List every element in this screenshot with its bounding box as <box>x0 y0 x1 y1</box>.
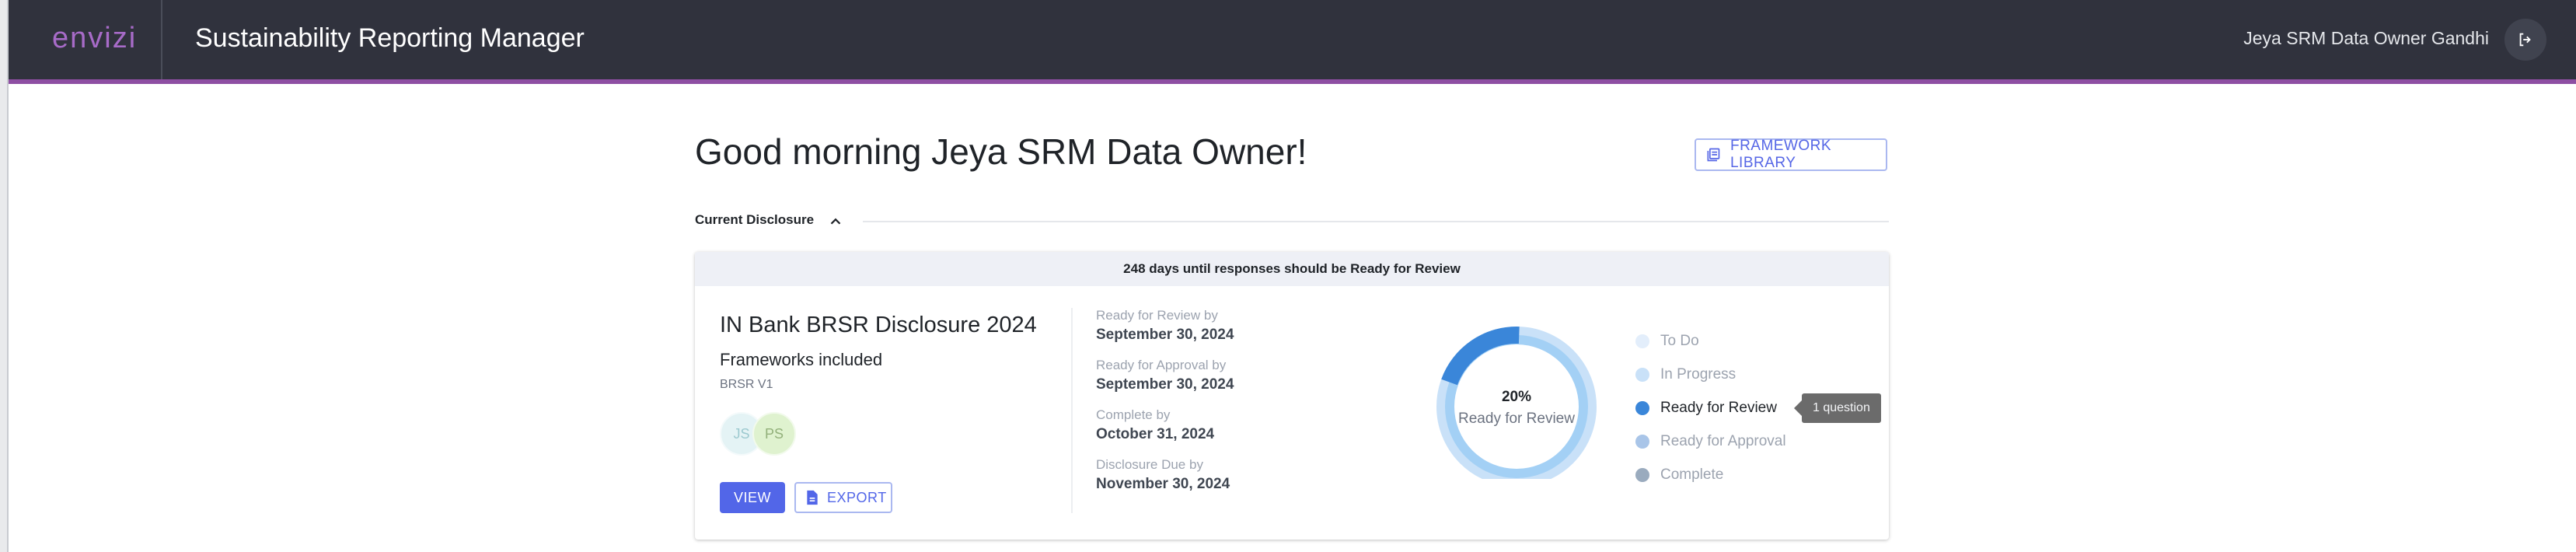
logout-button[interactable] <box>2504 19 2546 61</box>
date-label: Complete by <box>1096 407 1171 422</box>
date-value: October 31, 2024 <box>1096 426 1215 442</box>
date-label: Ready for Review by <box>1096 308 1218 323</box>
legend-item-to-do[interactable]: To Do <box>1635 331 1699 351</box>
current-disclosure-label: Current Disclosure <box>695 212 815 227</box>
legend-dot <box>1635 468 1649 482</box>
legend-item-ready-for-approval[interactable]: Ready for Approval <box>1635 431 1786 452</box>
legend-label: Ready for Review <box>1660 400 1777 416</box>
framework-item: BRSR V1 <box>720 378 773 391</box>
greeting-heading: Good morning Jeya SRM Data Owner! <box>695 131 1307 172</box>
legend-dot <box>1635 368 1649 382</box>
legend-item-complete[interactable]: Complete <box>1635 465 1723 485</box>
avatar[interactable]: PS <box>752 412 796 456</box>
legend-label: To Do <box>1660 333 1699 349</box>
column-divider <box>1071 308 1073 513</box>
export-button[interactable]: EXPORT <box>794 482 892 513</box>
date-value: September 30, 2024 <box>1096 327 1234 343</box>
legend-label: Complete <box>1660 466 1724 483</box>
user-name[interactable]: Jeya SRM Data Owner Gandhi <box>2243 28 2489 49</box>
topbar-divider <box>161 0 162 79</box>
deadline-banner: 248 days until responses should be Ready… <box>695 252 1889 286</box>
legend-label: In Progress <box>1660 366 1737 383</box>
export-label: EXPORT <box>827 489 887 505</box>
donut-percent: 20% <box>1501 389 1532 405</box>
legend-dot <box>1635 401 1649 415</box>
date-value: September 30, 2024 <box>1096 376 1234 393</box>
view-button[interactable]: VIEW <box>720 482 785 513</box>
disclosure-title: IN Bank BRSR Disclosure 2024 <box>720 313 1037 337</box>
envizi-logo[interactable]: envizi <box>52 22 137 55</box>
framework-library-label: FRAMEWORK LIBRARY <box>1730 138 1832 171</box>
legend-item-ready-for-review[interactable]: Ready for Review <box>1635 398 1777 418</box>
topbar-accent-bar <box>9 79 2576 84</box>
legend-tooltip: 1 question <box>1794 393 1881 423</box>
frameworks-label: Frameworks included <box>720 350 883 369</box>
window-edge <box>0 0 7 552</box>
library-icon <box>1707 148 1720 162</box>
legend-dot <box>1635 334 1649 348</box>
date-value: November 30, 2024 <box>1096 476 1230 492</box>
legend-label: Ready for Approval <box>1660 433 1786 449</box>
donut-status: Ready for Review <box>1458 411 1575 427</box>
date-label: Disclosure Due by <box>1096 457 1203 472</box>
logout-icon <box>2519 33 2531 47</box>
framework-library-button[interactable]: FRAMEWORK LIBRARY <box>1695 138 1887 171</box>
document-icon <box>807 490 818 505</box>
date-label: Ready for Approval by <box>1096 358 1227 372</box>
chevron-up-icon[interactable] <box>827 213 844 230</box>
top-navigation-bar: envizi Sustainability Reporting Manager … <box>9 0 2576 79</box>
app-title: Sustainability Reporting Manager <box>195 23 585 53</box>
disclosure-card: 248 days until responses should be Ready… <box>695 252 1889 540</box>
section-divider <box>863 221 1889 222</box>
legend-item-in-progress[interactable]: In Progress <box>1635 365 1736 385</box>
legend-dot <box>1635 435 1649 449</box>
